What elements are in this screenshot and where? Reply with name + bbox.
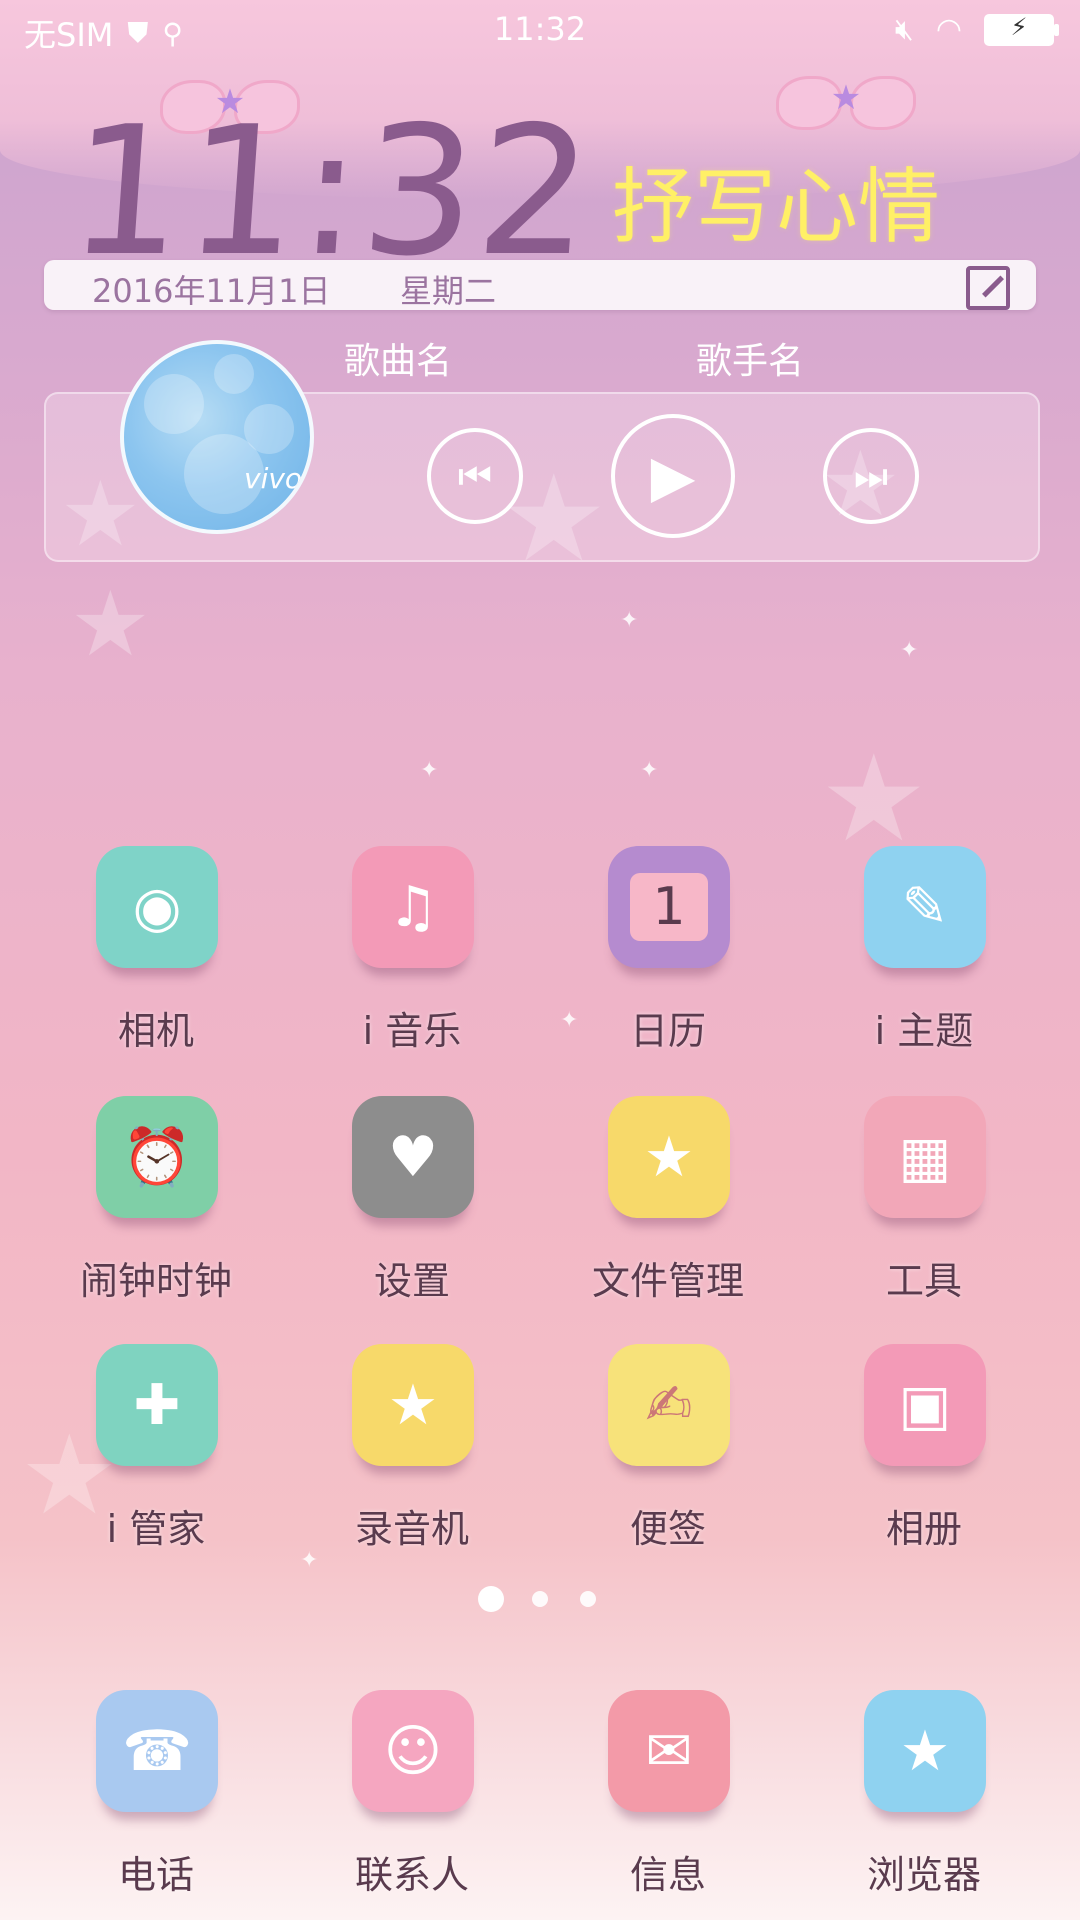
page-dot[interactable]: [580, 1591, 596, 1607]
app-notes[interactable]: ✍ 便签: [548, 1344, 788, 1574]
skip-next-icon: ⏭: [853, 454, 889, 498]
note-icon: ✍: [608, 1344, 730, 1466]
play-button[interactable]: ▶: [611, 414, 735, 538]
alarm-clock-icon: ⏰: [96, 1096, 218, 1218]
globe-icon: ★: [864, 1690, 986, 1812]
sparkle: ✦: [900, 638, 919, 663]
edit-icon[interactable]: [966, 266, 1010, 310]
date-bar: 2016年11月1日 星期二: [44, 260, 1036, 310]
app-music[interactable]: ♫ i 音乐: [292, 846, 532, 1076]
dock-phone[interactable]: ☎ 电话: [36, 1690, 276, 1920]
app-tools[interactable]: ▦ 工具: [804, 1096, 1044, 1326]
dock-browser[interactable]: ★ 浏览器: [804, 1690, 1044, 1920]
app-label: 便签: [629, 1507, 706, 1551]
app-theme[interactable]: ✎ i 主题: [804, 846, 1044, 1076]
app-label: 联系人: [354, 1853, 469, 1897]
harp-icon: ♫: [352, 846, 474, 968]
phone-icon: ☎: [96, 1690, 218, 1812]
weekday-text: 星期二: [400, 272, 497, 310]
date-text: 2016年11月1日: [92, 272, 331, 310]
sparkle: ✦: [640, 758, 659, 783]
bow-decoration: ★: [776, 68, 916, 138]
app-label: 浏览器: [866, 1853, 981, 1897]
app-recorder[interactable]: ★ 录音机: [292, 1344, 532, 1574]
calendar-day: 1: [630, 873, 708, 941]
app-label: 文件管理: [591, 1259, 744, 1303]
wifi-icon: ◠: [935, 12, 962, 47]
app-label: 闹钟时钟: [79, 1259, 232, 1303]
envelope-icon: ✉: [608, 1690, 730, 1812]
page-dot-active[interactable]: [478, 1586, 504, 1612]
calendar-icon: 1: [608, 846, 730, 968]
next-track-button[interactable]: ⏭: [823, 428, 919, 524]
sparkle: ✦: [420, 758, 439, 783]
background-star: ★: [820, 730, 928, 869]
previous-track-button[interactable]: ⏮: [427, 428, 523, 524]
recorder-icon: ★: [352, 1344, 474, 1466]
app-label: i 音乐: [362, 1009, 462, 1053]
dock-messages[interactable]: ✉ 信息: [548, 1690, 788, 1920]
app-label: 相册: [885, 1507, 962, 1551]
photo-frame-icon: ▣: [864, 1344, 986, 1466]
dock-contacts[interactable]: ☺ 联系人: [292, 1690, 532, 1920]
camera-icon: ◉: [96, 846, 218, 968]
app-label: 日历: [629, 1009, 706, 1053]
app-label: 录音机: [354, 1507, 469, 1551]
paintbrush-icon: ✎: [864, 846, 986, 968]
app-label: 电话: [117, 1853, 194, 1897]
app-calendar[interactable]: 1 日历: [548, 846, 788, 1076]
app-settings[interactable]: ♥ 设置: [292, 1096, 532, 1326]
toolbox-icon: ▦: [864, 1096, 986, 1218]
artist-name: 歌手名: [696, 341, 805, 382]
background-star: ★: [70, 572, 151, 677]
app-manager[interactable]: ✚ i 管家: [36, 1344, 276, 1574]
app-label: i 主题: [874, 1009, 974, 1053]
app-gallery[interactable]: ▣ 相册: [804, 1344, 1044, 1574]
status-bar: 无SIM ⛊ ⚲ 11:32 🔇︎ ◠ ⚡: [0, 0, 1080, 60]
app-file-manager[interactable]: ★ 文件管理: [548, 1096, 788, 1326]
album-logo: vivo: [244, 462, 303, 495]
page-dot[interactable]: [532, 1591, 548, 1607]
app-label: 信息: [629, 1853, 706, 1897]
app-label: i 管家: [106, 1507, 206, 1551]
battery-charging-icon: ⚡: [984, 13, 1059, 46]
play-icon: ▶: [650, 442, 696, 510]
gear-icon: ♥: [352, 1096, 474, 1218]
app-camera[interactable]: ◉ 相机: [36, 846, 276, 1076]
mood-text[interactable]: 抒写心情: [612, 140, 940, 259]
contacts-icon: ☺: [352, 1690, 474, 1812]
app-label: 设置: [373, 1259, 450, 1303]
app-label: 工具: [885, 1259, 962, 1303]
app-label: 相机: [117, 1009, 194, 1053]
app-alarm-clock[interactable]: ⏰ 闹钟时钟: [36, 1096, 276, 1326]
heart-plus-icon: ✚: [96, 1344, 218, 1466]
sparkle: ✦: [620, 608, 639, 633]
song-name: 歌曲名: [344, 341, 453, 382]
album-art[interactable]: vivo: [120, 340, 314, 534]
mute-icon: 🔇︎: [894, 12, 914, 47]
skip-previous-icon: ⏮: [457, 454, 493, 498]
folder-icon: ★: [608, 1096, 730, 1218]
